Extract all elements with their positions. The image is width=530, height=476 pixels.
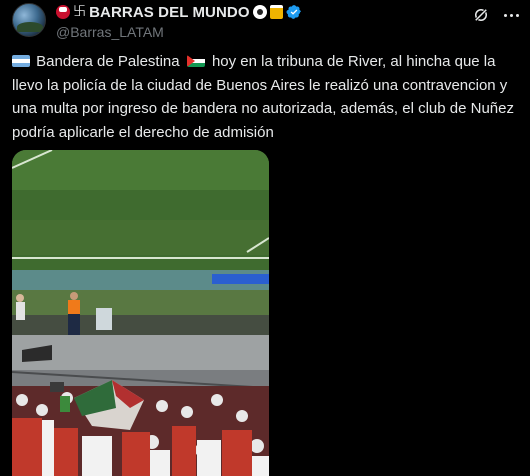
stadium-video-thumbnail (12, 150, 269, 476)
tweet[interactable]: ࿕ BARRAS DEL MUNDO @Barras_LATAM Bandera… (0, 0, 530, 476)
tweet-text: Bandera de Palestina hoy en la tribuna d… (12, 50, 520, 144)
tweet-video[interactable] (12, 150, 269, 476)
display-name[interactable]: BARRAS DEL MUNDO (89, 4, 250, 21)
user-handle[interactable]: @Barras_LATAM (56, 24, 518, 40)
helmet-emoji-icon (56, 5, 70, 19)
beer-emoji-icon (269, 5, 283, 19)
tweet-header: ࿕ BARRAS DEL MUNDO @Barras_LATAM (56, 3, 518, 40)
grok-icon[interactable] (472, 6, 490, 24)
verified-badge-icon[interactable] (286, 4, 302, 20)
avatar[interactable] (12, 3, 46, 37)
name-row[interactable]: ࿕ BARRAS DEL MUNDO (56, 3, 518, 21)
palestine-flag-icon (186, 55, 205, 67)
argentina-flag-icon (12, 55, 30, 67)
soccer-ball-emoji-icon (252, 5, 267, 19)
more-options-icon[interactable] (500, 6, 522, 24)
swastika-emoji-icon: ࿕ (73, 4, 87, 19)
tweet-text-part1: Bandera de Palestina (36, 53, 180, 70)
